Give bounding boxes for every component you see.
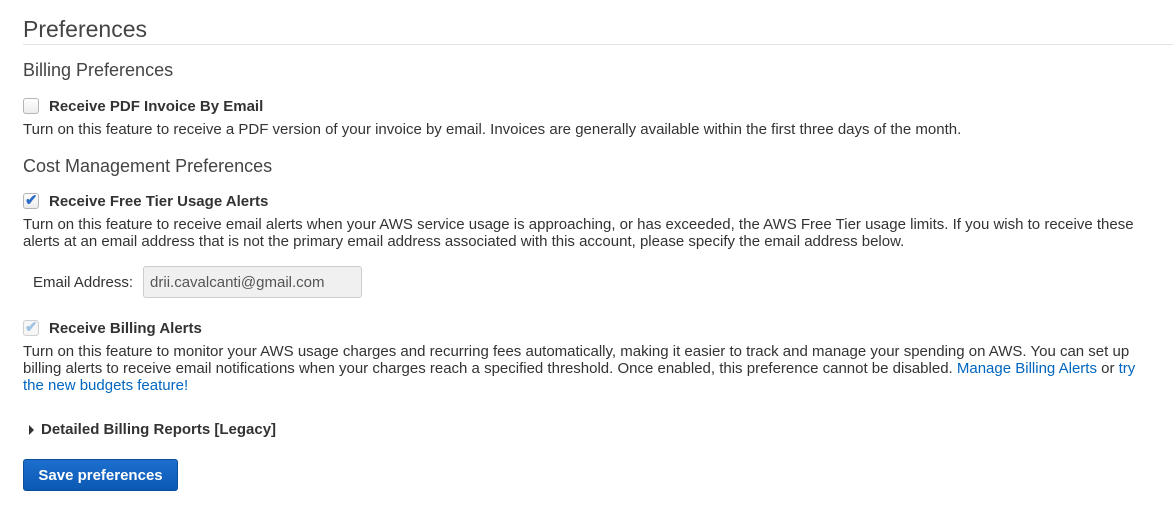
free-tier-alerts-label[interactable]: Receive Free Tier Usage Alerts (49, 193, 268, 210)
pdf-invoice-description: Turn on this feature to receive a PDF ve… (23, 121, 962, 138)
email-address-input[interactable] (143, 266, 363, 298)
billing-alerts-description: Turn on this feature to monitor your AWS… (23, 343, 1153, 394)
billing-alerts-checkbox: ✔ (23, 319, 39, 336)
billing-alerts-option: ✔ Receive Billing Alerts (23, 318, 202, 338)
or-text: or (1096, 360, 1119, 377)
email-address-label: Email Address: (33, 273, 134, 291)
detailed-billing-reports-label[interactable]: Detailed Billing Reports [Legacy] (41, 421, 276, 438)
page-title: Preferences (23, 0, 1173, 45)
checkmark-icon: ✔ (25, 319, 38, 336)
pdf-invoice-option: Receive PDF Invoice By Email (23, 96, 263, 116)
manage-billing-alerts-link[interactable]: Manage Billing Alerts (957, 360, 1097, 377)
save-preferences-button[interactable]: Save preferences (23, 459, 178, 491)
free-tier-alerts-option: ✔ Receive Free Tier Usage Alerts (23, 191, 268, 211)
preferences-page: Preferences Billing Preferences Receive … (0, 0, 1173, 522)
free-tier-alerts-description: Turn on this feature to receive email al… (23, 216, 1134, 250)
caret-right-icon (29, 424, 34, 435)
detailed-billing-reports-toggle[interactable]: Detailed Billing Reports [Legacy] (29, 421, 276, 438)
cost-management-heading: Cost Management Preferences (23, 156, 273, 176)
free-tier-alerts-checkbox[interactable]: ✔ (23, 192, 39, 209)
email-address-row: Email Address: (33, 266, 363, 298)
checkmark-icon: ✔ (25, 192, 38, 209)
billing-alerts-label: Receive Billing Alerts (49, 319, 202, 337)
pdf-invoice-label[interactable]: Receive PDF Invoice By Email (49, 98, 263, 115)
pdf-invoice-checkbox[interactable] (23, 98, 39, 114)
billing-preferences-heading: Billing Preferences (23, 60, 174, 80)
